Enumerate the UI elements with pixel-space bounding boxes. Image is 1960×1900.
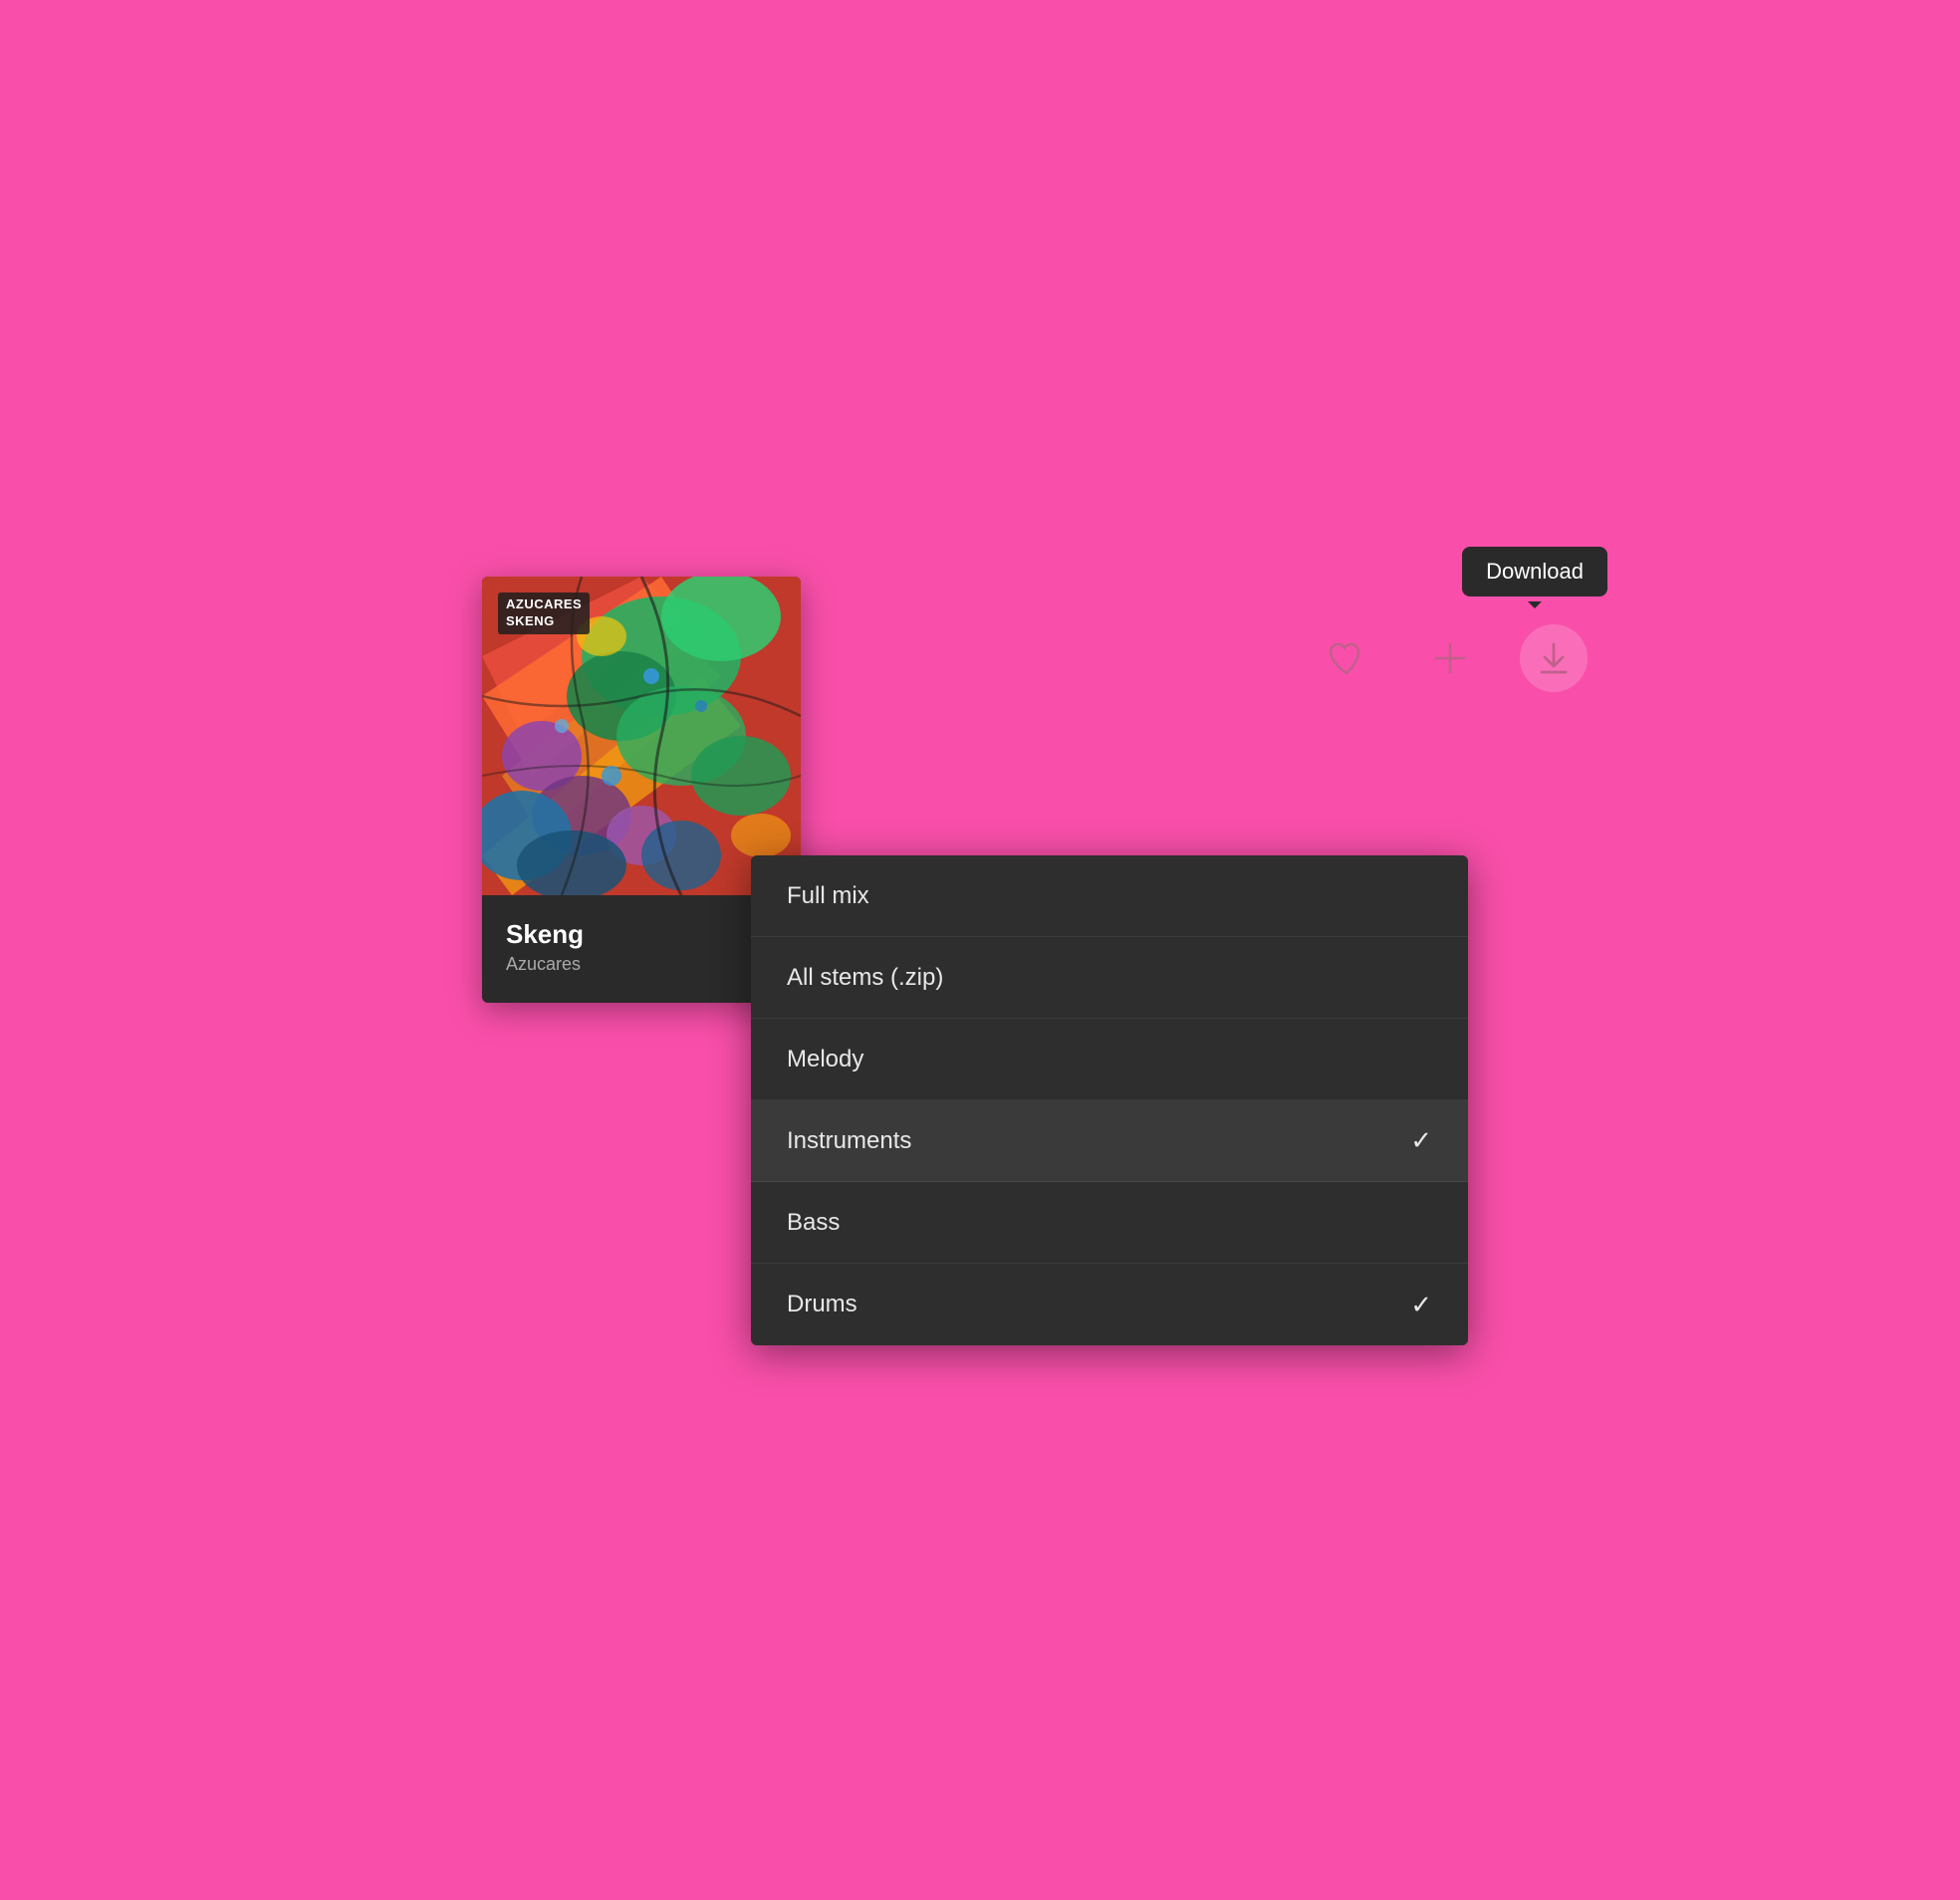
dropdown-item[interactable]: Drums ✓ <box>751 1264 1468 1345</box>
dropdown-item-label: Full mix <box>787 882 869 910</box>
album-art: AZUCARES SKENG <box>482 577 801 895</box>
album-label: AZUCARES SKENG <box>498 593 590 634</box>
download-dropdown: Full mix All stems (.zip) Melody Instrument… <box>751 855 1468 1345</box>
track-title: Skeng <box>506 919 777 950</box>
action-icons-row: Download <box>1313 624 1588 692</box>
dropdown-item-label: All stems (.zip) <box>787 964 943 992</box>
dropdown-item[interactable]: Full mix <box>751 855 1468 937</box>
download-tooltip: Download <box>1462 547 1607 596</box>
dropdown-item[interactable]: Melody <box>751 1019 1468 1100</box>
dropdown-item[interactable]: Instruments ✓ <box>751 1100 1468 1182</box>
dropdown-item[interactable]: Bass <box>751 1182 1468 1264</box>
dropdown-item-label: Bass <box>787 1209 840 1237</box>
dropdown-item-label: Melody <box>787 1046 863 1073</box>
dropdown-item-label: Drums <box>787 1291 858 1318</box>
track-artist: Azucares <box>506 954 777 975</box>
add-button[interactable] <box>1416 624 1484 692</box>
dropdown-item-label: Instruments <box>787 1127 911 1155</box>
checkmark-icon: ✓ <box>1410 1125 1432 1156</box>
like-button[interactable] <box>1313 624 1380 692</box>
checkmark-icon: ✓ <box>1410 1290 1432 1320</box>
dropdown-item[interactable]: All stems (.zip) <box>751 937 1468 1019</box>
main-scene: AZUCARES SKENG Skeng Azucares <box>482 577 1478 1323</box>
download-button[interactable]: Download <box>1520 624 1588 692</box>
